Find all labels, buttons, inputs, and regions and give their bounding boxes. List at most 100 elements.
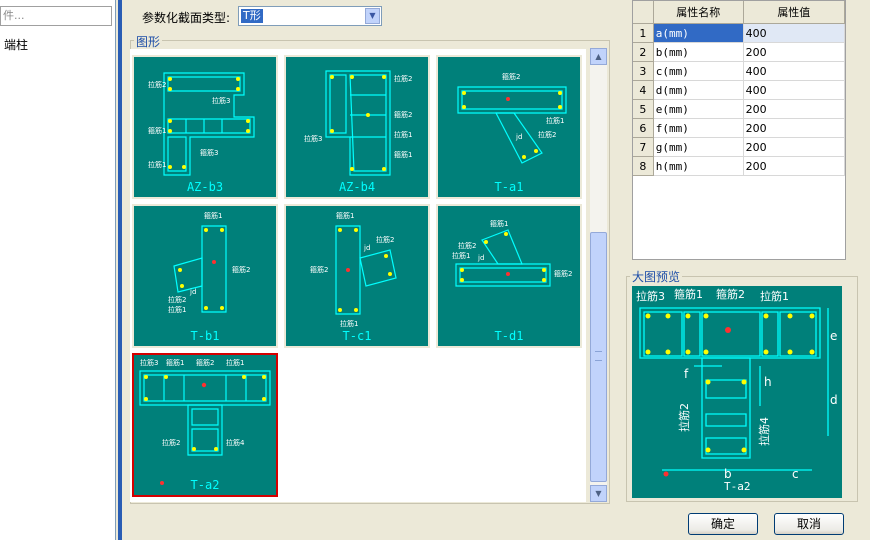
table-row[interactable]: 6 f(mm) 200 — [633, 118, 846, 138]
thumbnail-caption: T-a2 — [190, 478, 220, 492]
thumb-label: 箍筋1 — [336, 211, 354, 220]
thumb-label: 拉筋1 — [226, 358, 244, 367]
thumbnail-t-b1[interactable]: 箍筋1 箍筋2 jd 拉筋2 拉筋1 T-b1 — [132, 204, 278, 348]
preview-label: 拉筋2 — [677, 403, 691, 432]
search-input[interactable]: 件... — [0, 6, 112, 26]
thumbnail-caption: AZ-b4 — [338, 180, 376, 194]
row-index: 3 — [633, 61, 654, 81]
dim-label: d — [830, 393, 838, 407]
chevron-down-icon[interactable]: ▼ — [365, 8, 380, 24]
column-header-value: 属性值 — [743, 1, 846, 24]
row-index: 2 — [633, 42, 654, 62]
thumb-label: 拉筋4 — [226, 438, 245, 447]
thumb-label: 拉筋2 — [458, 241, 476, 250]
table-row[interactable]: 4 d(mm) 400 — [633, 80, 846, 100]
cancel-button[interactable]: 取消 — [774, 513, 844, 535]
thumbnail-drawing: 箍筋1 拉筋2 jd 箍筋2 拉筋1 — [310, 211, 397, 328]
ok-button[interactable]: 确定 — [688, 513, 758, 535]
table-row[interactable]: 3 c(mm) 400 — [633, 61, 846, 81]
thumbnail-drawing: 拉筋3 箍筋1 箍筋2 拉筋1 拉筋2 拉筋4 — [139, 358, 271, 485]
dim-label: f — [684, 367, 689, 381]
thumbnail-t-d1[interactable]: 箍筋1 拉筋2 拉筋1 jd 箍筋2 T-d1 — [436, 204, 582, 348]
thumbnail-az-b4[interactable]: 拉筋2 拉筋3 箍筋2 箍筋1 拉筋1 AZ-b4 — [284, 55, 430, 199]
table-row[interactable]: 1 a(mm) 400 — [633, 23, 846, 43]
corner-header — [633, 1, 654, 24]
property-name[interactable]: b(mm) — [653, 42, 744, 62]
dim-label: c — [792, 467, 799, 481]
thumbnail-drawing: 拉筋2 拉筋3 箍筋2 箍筋1 拉筋1 — [304, 70, 412, 176]
scrollbar-thumb[interactable] — [590, 232, 607, 482]
thumb-label: jd — [477, 254, 484, 262]
thumb-label: 拉筋1 — [340, 319, 358, 328]
dim-label: e — [830, 329, 837, 343]
table-row[interactable]: 2 b(mm) 200 — [633, 42, 846, 62]
thumbnail-t-a2[interactable]: 拉筋3 箍筋1 箍筋2 拉筋1 拉筋2 拉筋4 T-a2 — [132, 353, 278, 497]
thumb-label: 拉筋2 — [394, 74, 412, 83]
preview-label: 拉筋3 — [636, 289, 665, 303]
thumbnail-t-c1[interactable]: 箍筋1 拉筋2 jd 箍筋2 拉筋1 T-c1 — [284, 204, 430, 348]
property-value[interactable]: 200 — [743, 137, 846, 157]
thumb-label: 拉筋1 — [394, 130, 412, 139]
preview-title: 大图预览 — [630, 268, 683, 285]
thumb-label: 箍筋2 — [554, 269, 572, 278]
thumb-label: 箍筋2 — [196, 358, 214, 367]
property-name[interactable]: h(mm) — [653, 156, 744, 176]
property-value[interactable]: 400 — [743, 23, 846, 43]
thumb-label: 箍筋1 — [148, 126, 166, 135]
preview-label: 拉筋1 — [760, 289, 789, 303]
dim-label: h — [764, 375, 772, 389]
gallery-scrollbar[interactable]: ▲ ▼ — [590, 48, 607, 502]
preview-label: 拉筋4 — [757, 417, 771, 446]
arrow-up-icon[interactable]: ▲ — [590, 48, 607, 65]
preview-label: 箍筋2 — [716, 287, 745, 301]
property-name[interactable]: e(mm) — [653, 99, 744, 119]
thumb-label: 拉筋1 — [452, 251, 470, 260]
tree-item-end-column[interactable]: 端柱 — [4, 36, 28, 53]
thumbnail-caption: T-a1 — [494, 180, 524, 194]
thumb-label: 箍筋2 — [502, 72, 520, 81]
thumb-label: 拉筋3 — [212, 96, 230, 105]
preview-drawing: 拉筋3 箍筋1 箍筋2 拉筋1 拉筋2 拉筋4 e d f h b c T-a2 — [632, 286, 842, 498]
property-value[interactable]: 200 — [743, 99, 846, 119]
property-name[interactable]: g(mm) — [653, 137, 744, 157]
property-name[interactable]: c(mm) — [653, 61, 744, 81]
column-header-name: 属性名称 — [653, 1, 744, 24]
table-row[interactable]: 5 e(mm) 200 — [633, 99, 846, 119]
property-value[interactable]: 400 — [743, 80, 846, 100]
thumb-label: 拉筋1 — [546, 116, 564, 125]
thumbnail-drawing: 箍筋1 箍筋2 jd 拉筋2 拉筋1 — [168, 211, 250, 314]
thumb-label: jd — [363, 244, 370, 252]
thumb-label: 拉筋1 — [148, 160, 166, 169]
thumb-label: 箍筋1 — [490, 219, 508, 228]
thumb-label: 箍筋2 — [232, 265, 250, 274]
thumb-label: 拉筋1 — [168, 305, 186, 314]
section-type-select[interactable]: T形 ▼ — [238, 6, 382, 26]
thumb-label: jd — [189, 288, 196, 296]
thumb-label: 箍筋2 — [310, 265, 328, 274]
arrow-down-icon[interactable]: ▼ — [590, 485, 607, 502]
property-value[interactable]: 400 — [743, 61, 846, 81]
property-value[interactable]: 200 — [743, 118, 846, 138]
thumbnail-drawing: 箍筋2 jd 拉筋2 拉筋1 — [457, 72, 567, 164]
thumbnail-az-b3[interactable]: 拉筋2 拉筋3 箍筋3 箍筋1 拉筋1 AZ-b3 — [132, 55, 278, 199]
thumbnail-caption: T-c1 — [342, 329, 372, 343]
thumb-label: 箍筋2 — [394, 110, 412, 119]
property-name[interactable]: d(mm) — [653, 80, 744, 100]
table-row[interactable]: 8 h(mm) 200 — [633, 156, 846, 176]
property-value[interactable]: 200 — [743, 156, 846, 176]
row-index: 8 — [633, 156, 654, 176]
table-row[interactable]: 7 g(mm) 200 — [633, 137, 846, 157]
row-index: 4 — [633, 80, 654, 100]
row-index: 6 — [633, 118, 654, 138]
section-type-value: T形 — [241, 9, 263, 23]
thumbnail-caption: T-b1 — [190, 329, 220, 343]
thumb-label: 拉筋2 — [162, 438, 180, 447]
thumb-label: 拉筋3 — [140, 358, 158, 367]
section-type-label: 参数化截面类型: — [142, 11, 231, 25]
property-value[interactable]: 200 — [743, 42, 846, 62]
thumbnail-t-a1[interactable]: 箍筋2 jd 拉筋2 拉筋1 T-a1 — [436, 55, 582, 199]
property-name[interactable]: f(mm) — [653, 118, 744, 138]
property-name[interactable]: a(mm) — [653, 23, 744, 43]
thumb-label: 箍筋1 — [204, 211, 222, 220]
thumb-label: 拉筋2 — [376, 235, 394, 244]
